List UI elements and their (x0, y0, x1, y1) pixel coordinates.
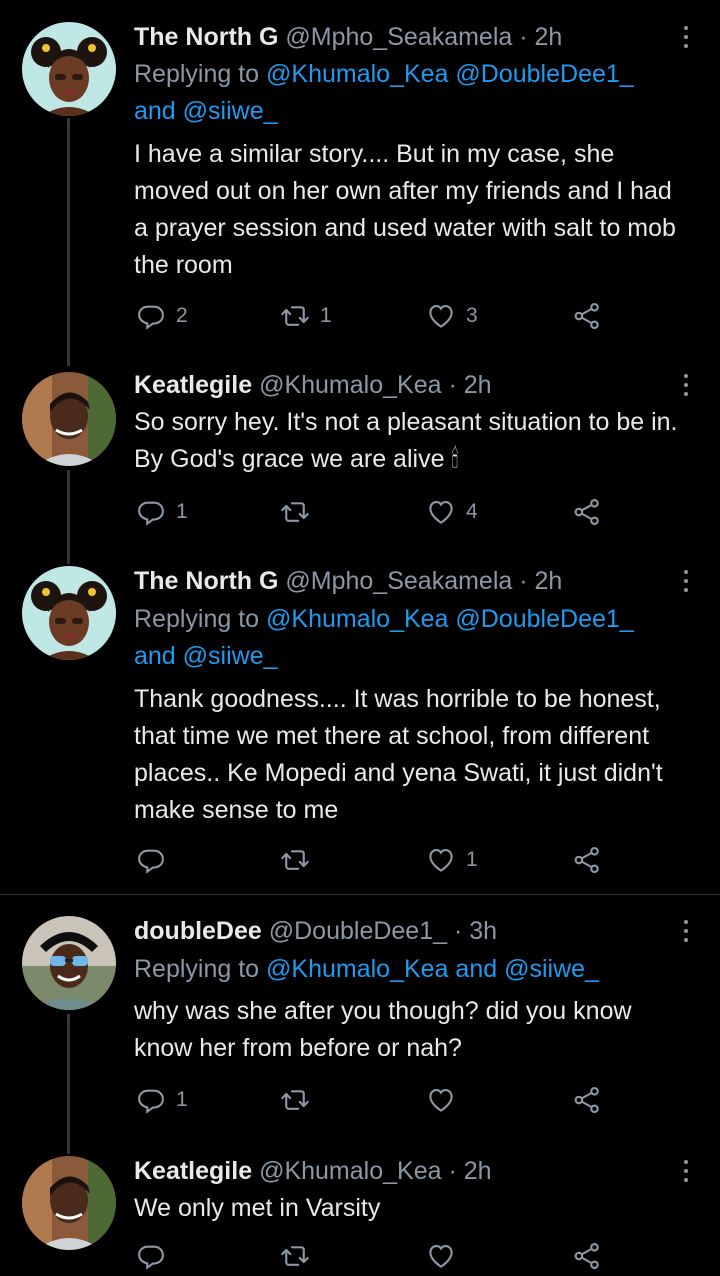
timestamp[interactable]: 2h (464, 1157, 492, 1185)
author-handle[interactable]: @Khumalo_Kea (259, 1157, 441, 1185)
tweet-text: We only met in Varsity (134, 1194, 381, 1222)
like-icon (426, 1241, 456, 1271)
share-icon (572, 1241, 602, 1271)
author-name[interactable]: Keatlegile (134, 1157, 252, 1185)
more-icon[interactable] (676, 1153, 696, 1189)
separator-dot: · (448, 1157, 457, 1185)
like-button[interactable] (426, 1238, 466, 1274)
retweet-button[interactable] (280, 1238, 320, 1274)
share-button[interactable] (572, 1238, 602, 1274)
reply-button[interactable] (136, 1238, 176, 1274)
avatar-image (22, 1156, 116, 1250)
tweet[interactable]: Keatlegile @Khumalo_Kea · 2h We only met… (0, 0, 720, 1276)
retweet-icon (280, 1241, 310, 1271)
action-bar (134, 1238, 614, 1274)
reply-icon (136, 1241, 166, 1271)
tweet-header: Keatlegile @Khumalo_Kea · 2h (134, 1153, 660, 1189)
avatar[interactable] (22, 1156, 116, 1250)
